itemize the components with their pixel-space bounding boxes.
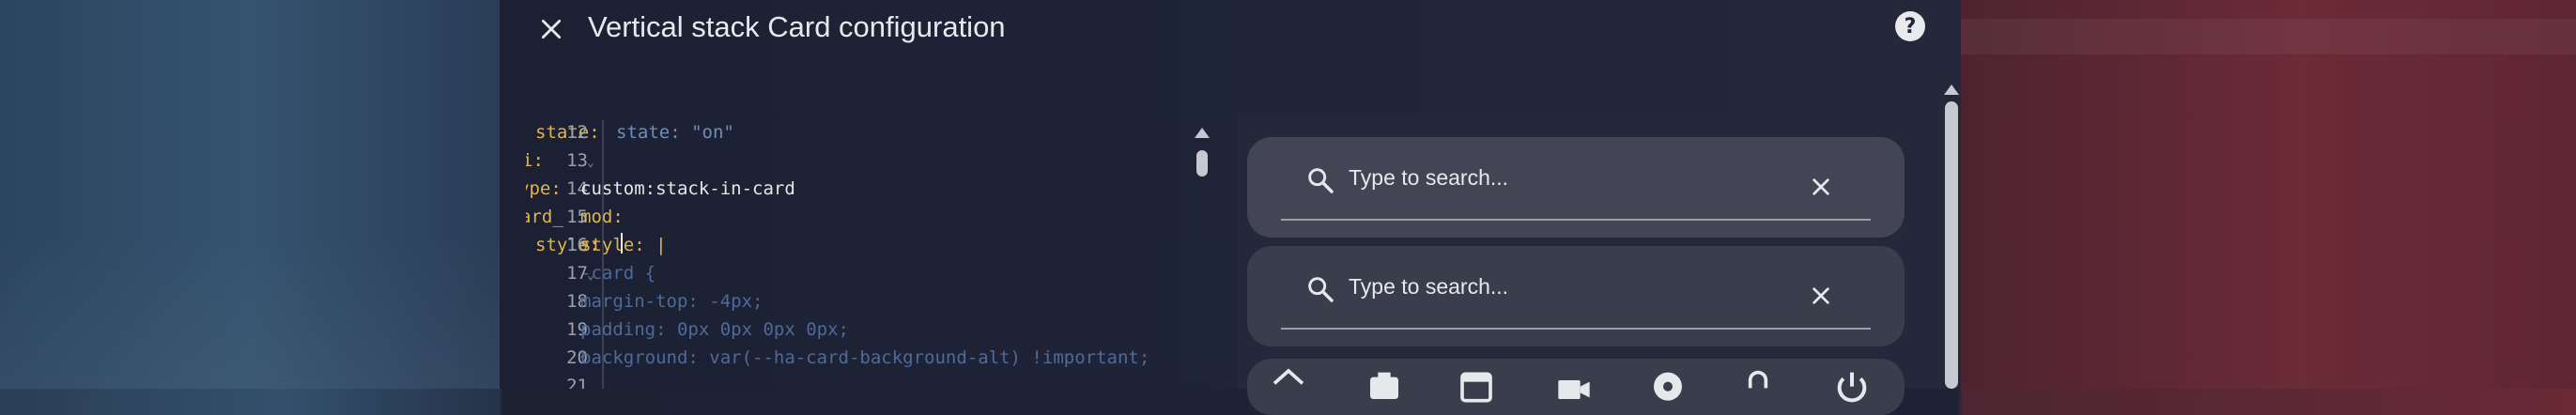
code-line: custom:stack-in-card (580, 178, 795, 199)
code-line: -card { (580, 263, 656, 284)
settings-icon[interactable] (1647, 366, 1689, 404)
code-line: style: | (580, 235, 667, 255)
search-card: Type to search... (1247, 137, 1905, 238)
icon-button-row (1258, 366, 1897, 403)
power-icon[interactable] (1833, 366, 1871, 404)
preview-scrollbar-thumb[interactable] (1945, 101, 1958, 389)
code-line: margin-top: -4px; (580, 291, 764, 312)
search-input[interactable]: Type to search... (1281, 137, 1871, 231)
search-placeholder: Type to search... (1349, 165, 1509, 190)
background-left (0, 0, 500, 389)
clear-search-button[interactable] (1805, 280, 1837, 312)
editor-scrollbar-thumb[interactable] (1196, 150, 1208, 177)
camera-icon[interactable] (1364, 366, 1405, 404)
lock-icon[interactable] (1739, 366, 1777, 404)
code-line: padding: 0px 0px 0px 0px; (580, 319, 849, 340)
calendar-icon[interactable] (1458, 366, 1495, 404)
search-placeholder: Type to search... (1349, 274, 1509, 299)
line-number: 13 (566, 150, 588, 171)
home-icon[interactable] (1270, 366, 1307, 404)
line-number: 21 (566, 376, 588, 389)
code-key-fragment: i: (526, 150, 544, 171)
close-icon (1812, 178, 1829, 195)
scroll-up-arrow-icon[interactable] (1943, 83, 1960, 96)
search-card: Type to search... (1247, 246, 1905, 346)
code-line: mod: (580, 207, 624, 227)
background-right (1961, 0, 2576, 389)
dialog-title: Vertical stack Card configuration (588, 10, 1006, 43)
code-line: state: "on" (616, 122, 734, 143)
close-icon (1812, 287, 1829, 304)
code-line: background: var(--ha-card-background-alt… (580, 347, 1150, 368)
search-underline (1281, 328, 1871, 330)
scroll-up-arrow-icon[interactable] (1195, 128, 1210, 138)
text-cursor (621, 233, 623, 254)
search-icon (1308, 277, 1334, 302)
code-key-fragment: ard_ (526, 207, 563, 227)
clear-search-button[interactable] (1805, 171, 1837, 203)
fold-chevron-icon[interactable]: ⌄ (587, 156, 594, 170)
search-underline (1281, 219, 1871, 221)
yaml-code-editor[interactable]: state: 12 state: "on" i: 13 ⌄ ype: 14 cu… (526, 120, 1221, 389)
code-key-fragment: ype: (526, 178, 562, 199)
help-icon: ? (1904, 14, 1917, 38)
close-button[interactable] (532, 9, 571, 49)
line-number: 12 (566, 122, 588, 143)
video-icon[interactable] (1553, 366, 1595, 404)
search-input[interactable]: Type to search... (1281, 246, 1871, 340)
help-button[interactable]: ? (1895, 11, 1925, 41)
close-icon (541, 19, 562, 39)
search-icon (1308, 168, 1334, 193)
